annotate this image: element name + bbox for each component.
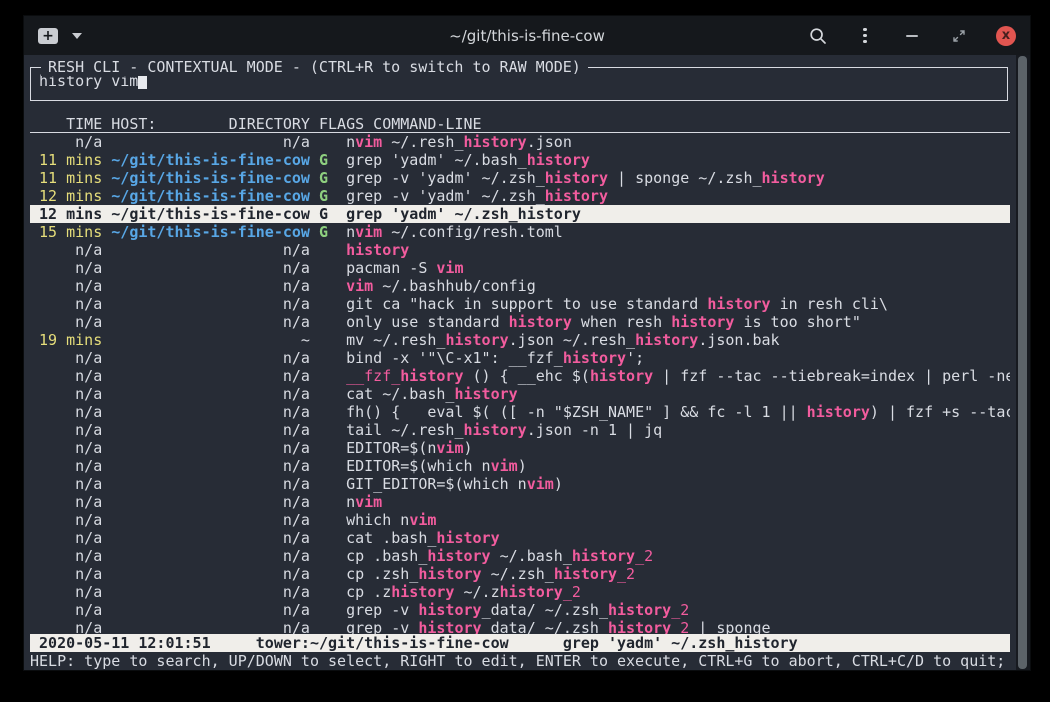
history-row[interactable]: n/a n/a pacman -S vim [30,259,1010,277]
minimize-button[interactable] [902,26,922,46]
history-row[interactable]: n/a n/a bind -x '"\C-x1": __fzf_history'… [30,349,1010,367]
scrollbar[interactable] [1016,55,1030,670]
history-row[interactable]: n/a n/a git ca "hack in support to use s… [30,295,1010,313]
status-bar: 2020-05-11 12:01:51 tower:~/git/this-is-… [30,634,1010,652]
history-row[interactable]: n/a n/a grep -v history_data/ ~/.zsh_his… [30,619,1010,634]
terminal-window: + ~/git/this-is-fine-cow [24,16,1030,670]
history-row[interactable]: n/a n/a grep -v history_data/ ~/.zsh_his… [30,601,1010,619]
close-button[interactable]: x [996,26,1016,46]
minimize-icon [906,35,918,37]
table-rows: n/a n/a nvim ~/.resh_history.json 11 min… [30,133,1010,634]
search-icon [809,27,827,45]
kebab-menu-icon [863,28,867,44]
new-tab-icon: + [42,29,54,43]
history-row[interactable]: n/a n/a cat .bash_history [30,529,1010,547]
table-header: TIME HOST: DIRECTORY FLAGS COMMAND-LINE [30,115,1010,133]
history-row[interactable]: n/a n/a only use standard history when r… [30,313,1010,331]
history-row[interactable]: n/a n/a EDITOR=$(nvim) [30,439,1010,457]
search-box: RESH CLI - CONTEXTUAL MODE - (CTRL+R to … [30,67,1008,101]
history-row[interactable]: n/a n/a cp .bash_history ~/.bash_history… [30,547,1010,565]
history-row[interactable]: n/a n/a history [30,241,1010,259]
history-row[interactable]: n/a n/a EDITOR=$(which nvim) [30,457,1010,475]
history-row[interactable]: n/a n/a GIT_EDITOR=$(which nvim) [30,475,1010,493]
history-row[interactable]: n/a n/a nvim ~/.resh_history.json [30,133,1010,151]
scrollbar-thumb[interactable] [1018,56,1027,669]
history-row[interactable]: n/a n/a tail ~/.resh_history.json -n 1 |… [30,421,1010,439]
history-row[interactable]: 11 mins ~/git/this-is-fine-cow G grep 'y… [30,151,1010,169]
history-row[interactable]: n/a n/a which nvim [30,511,1010,529]
history-row[interactable]: n/a n/a cp .zhistory ~/.zhistory_2 [30,583,1010,601]
history-row[interactable]: 12 mins ~/git/this-is-fine-cow G grep -v… [30,187,1010,205]
help-text: HELP: type to search, UP/DOWN to select,… [30,652,1010,670]
chevron-down-icon[interactable] [72,33,82,39]
history-row[interactable]: n/a n/a cp .zsh_history ~/.zsh_history_2 [30,565,1010,583]
history-row[interactable]: 11 mins ~/git/this-is-fine-cow G grep -v… [30,169,1010,187]
search-button[interactable] [808,26,828,46]
history-row[interactable]: n/a n/a nvim [30,493,1010,511]
new-tab-button[interactable]: + [38,28,58,44]
history-row[interactable]: 19 mins ~ mv ~/.resh_history.json ~/.res… [30,331,1010,349]
history-row[interactable]: n/a n/a fh() { eval $( ([ -n "$ZSH_NAME"… [30,403,1010,421]
restore-button[interactable] [949,26,969,46]
search-box-title: RESH CLI - CONTEXTUAL MODE - (CTRL+R to … [41,58,588,76]
history-row[interactable]: n/a n/a vim ~/.bashhub/config [30,277,1010,295]
history-row[interactable]: 15 mins ~/git/this-is-fine-cow G nvim ~/… [30,223,1010,241]
desktop-background: + ~/git/this-is-fine-cow [0,0,1050,702]
history-row-selected[interactable]: 12 mins ~/git/this-is-fine-cow G grep 'y… [30,205,1010,223]
restore-icon [951,28,967,44]
history-table: TIME HOST: DIRECTORY FLAGS COMMAND-LINE … [30,115,1010,634]
history-row[interactable]: n/a n/a __fzf_history () { __ehc $(histo… [30,367,1010,385]
close-icon: x [1002,29,1010,42]
menu-button[interactable] [855,26,875,46]
terminal-content: RESH CLI - CONTEXTUAL MODE - (CTRL+R to … [24,55,1030,670]
history-row[interactable]: n/a n/a cat ~/.bash_history [30,385,1010,403]
titlebar[interactable]: + ~/git/this-is-fine-cow [24,16,1030,55]
